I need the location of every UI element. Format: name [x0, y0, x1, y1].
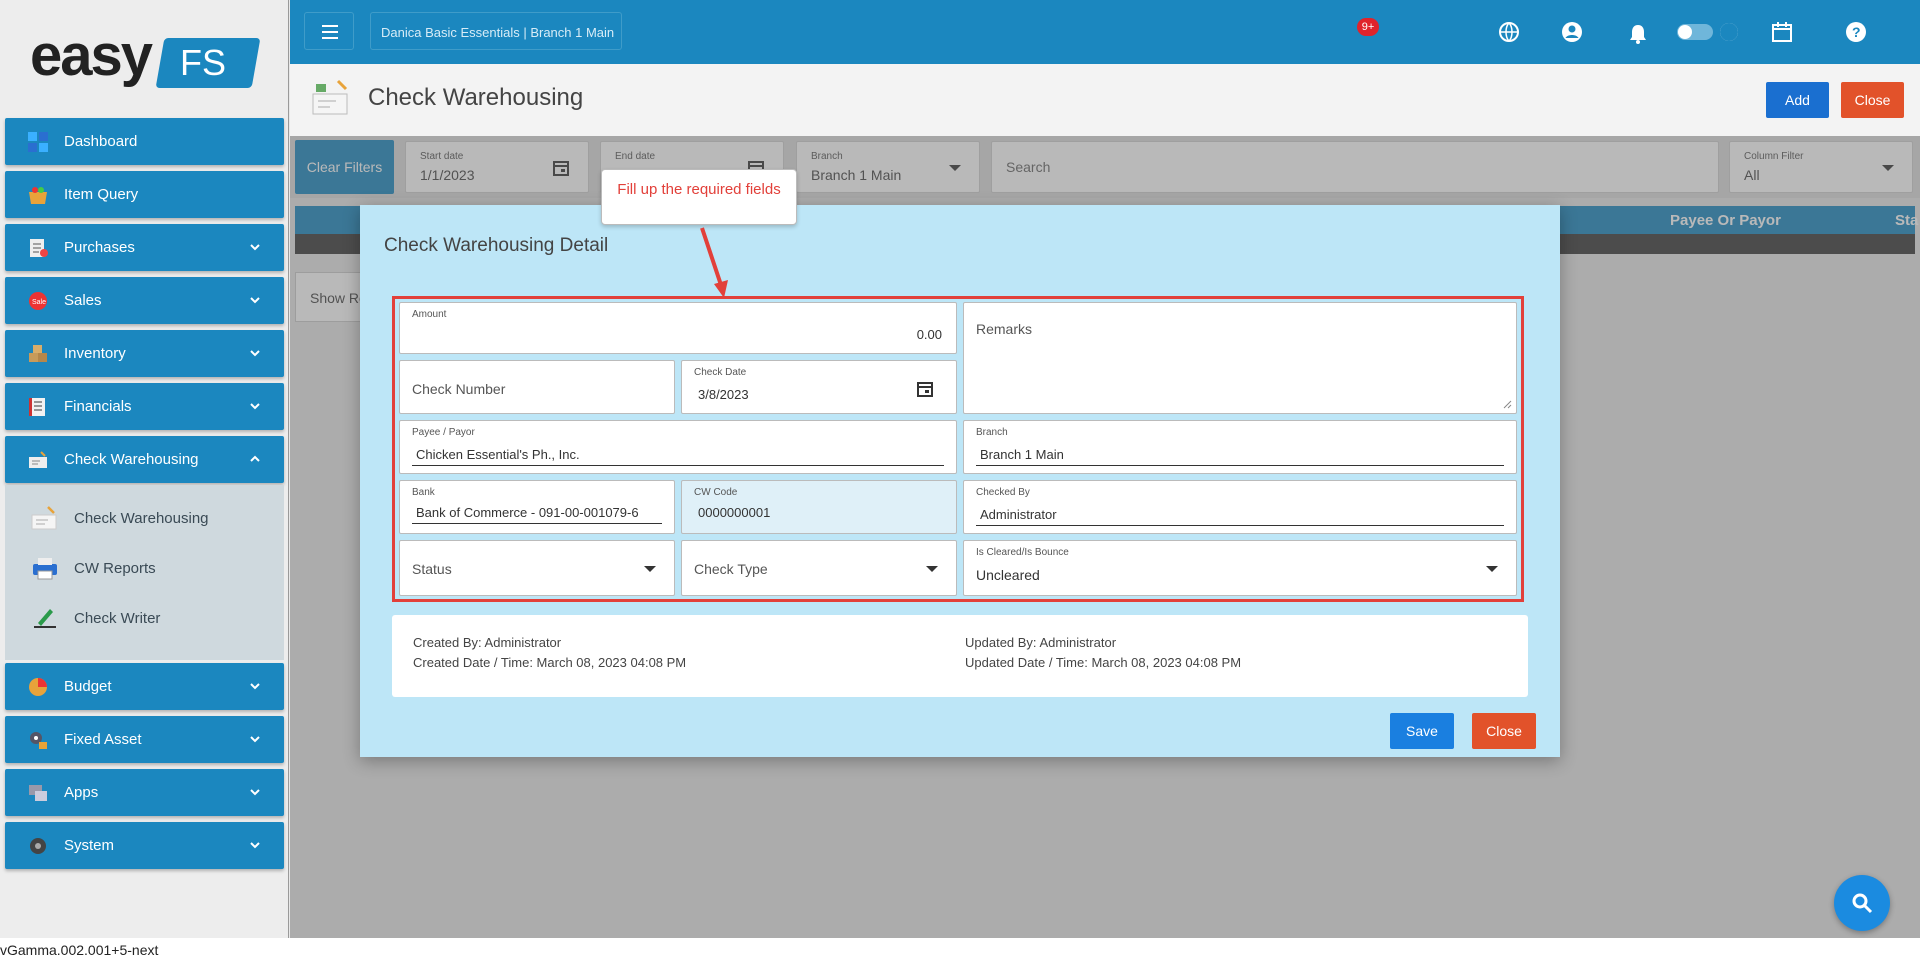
callout-arrow-icon [700, 227, 728, 298]
sidebar-item-purchases[interactable]: Purchases [5, 224, 284, 271]
sidebar-item-fixed-asset[interactable]: Fixed Asset [5, 716, 284, 763]
submenu-item-check-warehousing[interactable]: Check Warehousing [5, 497, 284, 539]
notification-badge: 9+ [1357, 18, 1379, 36]
sidebar-item-sales[interactable]: Sale Sales [5, 277, 284, 324]
calendar-icon[interactable] [1770, 20, 1794, 44]
modal-close-button[interactable]: Close [1472, 713, 1536, 749]
chevron-up-icon [250, 455, 260, 462]
sidebar-item-dashboard[interactable]: Dashboard [5, 118, 284, 165]
dropdown-caret-icon [644, 566, 656, 572]
checked-by-field[interactable]: Checked By Administrator [963, 480, 1517, 534]
moon-icon [1720, 23, 1738, 41]
updated-by-text: Updated By: Administrator [965, 635, 1117, 650]
created-by-text: Created By: Administrator [413, 635, 562, 650]
floating-search-button[interactable] [1834, 875, 1890, 931]
theme-toggle[interactable] [1677, 24, 1713, 40]
save-button[interactable]: Save [1390, 713, 1454, 749]
audit-info-panel: Created By: Administrator Created Date /… [392, 615, 1528, 697]
sidebar: easy FS Dashboard Item Query Purchases S… [0, 0, 289, 938]
sidebar-item-apps[interactable]: Apps [5, 769, 284, 816]
sidebar-item-check-warehousing[interactable]: Check Warehousing [5, 436, 284, 483]
page-title: Check Warehousing [368, 84, 584, 111]
pie-chart-icon [29, 678, 47, 696]
bank-field[interactable]: Bank Bank of Commerce - 091-00-001079-6 [399, 480, 675, 534]
submenu-item-check-writer[interactable]: Check Writer [5, 597, 284, 639]
dashboard-icon [28, 132, 48, 152]
branch-field[interactable]: Branch Branch 1 Main [963, 420, 1517, 474]
app-logo: easy FS [30, 23, 261, 90]
instruction-callout: Fill up the required fields [601, 169, 797, 225]
check-date-field[interactable]: Check Date 3/8/2023 [681, 360, 957, 414]
dropdown-caret-icon [926, 566, 938, 572]
basket-icon [29, 187, 47, 204]
menu-button[interactable] [304, 12, 354, 50]
apps-icon [29, 785, 47, 801]
amount-field[interactable]: Amount 0.00 [399, 302, 957, 354]
submenu-item-cw-reports[interactable]: CW Reports [5, 547, 284, 589]
created-date-text: Created Date / Time: March 08, 2023 04:0… [413, 655, 687, 670]
asset-gear-icon [30, 732, 47, 749]
chevron-down-icon [250, 244, 260, 251]
purchases-icon [30, 239, 48, 257]
check-icon [31, 506, 57, 530]
check-icon [29, 451, 47, 468]
sale-tag-icon: Sale [29, 292, 47, 310]
svg-text:?: ? [1852, 24, 1861, 40]
chevron-down-icon [250, 297, 260, 304]
status-select[interactable]: Status [399, 540, 675, 596]
sidebar-item-financials[interactable]: Financials [5, 383, 284, 430]
modal-title: Check Warehousing Detail [384, 235, 609, 256]
payee-payor-field[interactable]: Payee / Payor Chicken Essential's Ph., I… [399, 420, 957, 474]
menu-icon [322, 25, 338, 39]
sidebar-item-item-query[interactable]: Item Query [5, 171, 284, 218]
resize-handle-icon[interactable] [1502, 399, 1512, 409]
check-warehousing-submenu: Check Warehousing CW Reports Check Write… [5, 485, 284, 660]
chevron-down-icon [250, 789, 260, 796]
ledger-icon [29, 398, 45, 416]
updated-date-text: Updated Date / Time: March 08, 2023 04:0… [965, 655, 1242, 670]
page-header: Check Warehousing Add Close [290, 64, 1920, 136]
cw-code-field: CW Code 0000000001 [681, 480, 957, 534]
breadcrumb[interactable]: Danica Basic Essentials | Branch 1 Main [370, 12, 622, 50]
check-icon [312, 79, 348, 115]
sidebar-item-inventory[interactable]: Inventory [5, 330, 284, 377]
page-close-button[interactable]: Close [1841, 82, 1904, 118]
calendar-icon[interactable] [916, 380, 934, 398]
sidebar-item-budget[interactable]: Budget [5, 663, 284, 710]
dropdown-caret-icon [1486, 566, 1498, 572]
help-icon[interactable]: ? [1844, 20, 1868, 44]
chevron-down-icon [250, 842, 260, 849]
check-number-field[interactable]: Check Number [399, 360, 675, 414]
version-label: vGamma.002.001+5-next [0, 938, 1920, 961]
bell-icon[interactable] [1626, 22, 1650, 46]
sidebar-item-system[interactable]: System [5, 822, 284, 869]
check-warehousing-detail-modal: Check Warehousing Detail Amount 0.00 Rem… [360, 205, 1560, 757]
add-button[interactable]: Add [1766, 82, 1829, 118]
user-icon[interactable] [1560, 20, 1584, 44]
top-bar: Danica Basic Essentials | Branch 1 Main … [290, 0, 1920, 64]
check-type-select[interactable]: Check Type [681, 540, 957, 596]
chevron-down-icon [250, 350, 260, 357]
search-icon [1852, 893, 1873, 914]
boxes-icon [29, 345, 47, 362]
remarks-textarea[interactable]: Remarks [963, 302, 1517, 414]
chevron-down-icon [250, 403, 260, 410]
globe-icon[interactable] [1497, 20, 1521, 44]
gear-icon [30, 838, 46, 854]
is-cleared-select[interactable]: Is Cleared/Is Bounce Uncleared [963, 540, 1517, 596]
chevron-down-icon [250, 736, 260, 743]
svg-text:Sale: Sale [32, 299, 46, 306]
chevron-down-icon [250, 683, 260, 690]
pen-writer-icon [34, 609, 56, 628]
printer-icon [33, 558, 57, 580]
